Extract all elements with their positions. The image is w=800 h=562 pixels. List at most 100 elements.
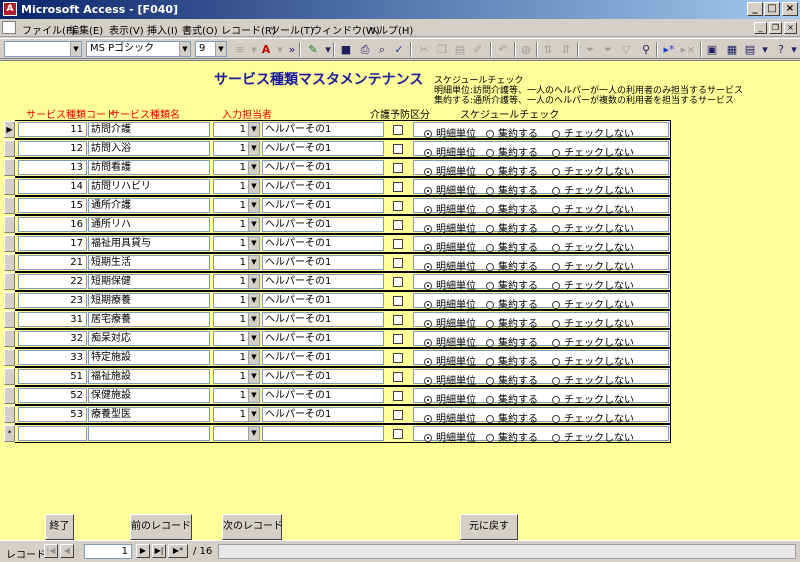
radio-no-check[interactable]: チェックしない <box>552 220 634 235</box>
radio-no-check[interactable]: チェックしない <box>552 410 634 425</box>
access-icon[interactable]: A <box>3 2 17 16</box>
record-selector[interactable] <box>4 273 15 290</box>
service-code-field[interactable]: 12 <box>18 141 87 156</box>
radio-aggregate[interactable]: 集約する <box>486 239 538 254</box>
radio-detail[interactable]: 明細単位 <box>424 429 476 444</box>
close-window-button[interactable]: × <box>782 2 798 16</box>
staff-select[interactable]: 1 ▼ <box>213 312 260 327</box>
font-size-combo[interactable]: 9 ▼ <box>195 41 227 57</box>
radio-no-check[interactable]: チェックしない <box>552 239 634 254</box>
radio-aggregate[interactable]: 集約する <box>486 258 538 273</box>
service-code-field[interactable]: 14 <box>18 179 87 194</box>
radio-no-check[interactable]: チェックしない <box>552 182 634 197</box>
radio-detail[interactable]: 明細単位 <box>424 391 476 406</box>
service-name-field[interactable]: 保健施設 <box>88 388 210 403</box>
find-icon[interactable]: ⚲ <box>638 42 654 57</box>
current-record-input[interactable]: 1 <box>84 544 132 559</box>
radio-no-check[interactable]: チェックしない <box>552 201 634 216</box>
service-code-field[interactable]: 53 <box>18 407 87 422</box>
radio-detail[interactable]: 明細単位 <box>424 410 476 425</box>
service-code-field[interactable]: 15 <box>18 198 87 213</box>
record-selector[interactable] <box>4 178 15 195</box>
format-painter-icon[interactable]: ✐ <box>470 42 486 57</box>
menu-records[interactable]: レコード(R) <box>221 22 276 37</box>
prevention-checkbox[interactable] <box>393 239 403 249</box>
close-button[interactable]: 終了 <box>45 514 74 540</box>
database-window-icon[interactable]: ▦ <box>724 42 740 57</box>
record-selector[interactable] <box>4 311 15 328</box>
radio-detail[interactable]: 明細単位 <box>424 334 476 349</box>
radio-no-check[interactable]: チェックしない <box>552 125 634 140</box>
staff-select[interactable]: 1 ▼ <box>213 369 260 384</box>
paste-icon[interactable]: ▤ <box>452 42 468 57</box>
record-selector[interactable] <box>4 406 15 423</box>
record-selector[interactable] <box>4 197 15 214</box>
service-name-field[interactable]: 通所リハ <box>88 217 210 232</box>
staff-select[interactable]: 1 ▼ <box>213 122 260 137</box>
staff-select[interactable]: 1 ▼ <box>213 217 260 232</box>
service-name-field[interactable]: 福祉用具貸与 <box>88 236 210 251</box>
service-name-field[interactable]: 訪問リハビリ <box>88 179 210 194</box>
radio-aggregate[interactable]: 集約する <box>486 182 538 197</box>
menu-view[interactable]: 表示(V) <box>109 22 144 37</box>
staff-select[interactable]: 1 ▼ <box>213 274 260 289</box>
radio-no-check[interactable]: チェックしない <box>552 429 634 444</box>
record-selector[interactable] <box>4 235 15 252</box>
radio-aggregate[interactable]: 集約する <box>486 315 538 330</box>
horizontal-scrollbar[interactable] <box>218 544 796 559</box>
new-record-nav-icon[interactable]: ▶* <box>168 544 188 558</box>
prevention-checkbox[interactable] <box>393 182 403 192</box>
prevention-checkbox[interactable] <box>393 163 403 173</box>
service-name-field[interactable]: 居宅療養 <box>88 312 210 327</box>
service-name-field[interactable]: 訪問介護 <box>88 122 210 137</box>
radio-aggregate[interactable]: 集約する <box>486 296 538 311</box>
prevention-checkbox[interactable] <box>393 372 403 382</box>
radio-detail[interactable]: 明細単位 <box>424 220 476 235</box>
child-close-button[interactable]: × <box>784 22 797 34</box>
record-selector[interactable] <box>4 387 15 404</box>
first-record-icon[interactable]: |◀ <box>44 544 58 558</box>
record-selector[interactable] <box>4 140 15 157</box>
copy-icon[interactable]: ❐ <box>434 42 450 57</box>
prev-record-button[interactable]: 前のレコード <box>130 514 192 540</box>
object-combo[interactable]: ▼ <box>4 41 82 57</box>
prevention-checkbox[interactable] <box>393 144 403 154</box>
sort-descending-icon[interactable]: ⇵ <box>558 42 574 57</box>
radio-aggregate[interactable]: 集約する <box>486 220 538 235</box>
toolbar-chevron-icon[interactable]: ▾ <box>757 42 773 57</box>
prevention-checkbox[interactable] <box>393 315 403 325</box>
radio-detail[interactable]: 明細単位 <box>424 353 476 368</box>
radio-no-check[interactable]: チェックしない <box>552 296 634 311</box>
radio-aggregate[interactable]: 集約する <box>486 144 538 159</box>
service-code-field[interactable]: 13 <box>18 160 87 175</box>
toolbar-chevron-icon[interactable]: ▾ <box>786 42 800 57</box>
radio-no-check[interactable]: チェックしない <box>552 144 634 159</box>
staff-select[interactable]: 1 ▼ <box>213 198 260 213</box>
filter-by-selection-icon[interactable]: ⏷ <box>582 42 598 57</box>
save-icon[interactable]: ■ <box>338 42 354 57</box>
menu-tools[interactable]: ツール(T) <box>270 22 314 37</box>
child-minimize-button[interactable]: _ <box>754 22 767 34</box>
radio-no-check[interactable]: チェックしない <box>552 277 634 292</box>
radio-aggregate[interactable]: 集約する <box>486 429 538 444</box>
prevention-checkbox[interactable] <box>393 296 403 306</box>
service-code-field[interactable]: 17 <box>18 236 87 251</box>
service-name-field[interactable] <box>88 426 210 441</box>
radio-aggregate[interactable]: 集約する <box>486 163 538 178</box>
menu-edit[interactable]: 編集(E) <box>69 22 103 37</box>
radio-aggregate[interactable]: 集約する <box>486 201 538 216</box>
prevention-checkbox[interactable] <box>393 410 403 420</box>
radio-no-check[interactable]: チェックしない <box>552 315 634 330</box>
child-restore-button[interactable]: ❐ <box>769 22 782 34</box>
service-code-field[interactable]: 23 <box>18 293 87 308</box>
service-code-field[interactable]: 22 <box>18 274 87 289</box>
radio-detail[interactable]: 明細単位 <box>424 258 476 273</box>
service-name-field[interactable]: 訪問入浴 <box>88 141 210 156</box>
radio-aggregate[interactable]: 集約する <box>486 410 538 425</box>
service-name-field[interactable]: 短期療養 <box>88 293 210 308</box>
radio-aggregate[interactable]: 集約する <box>486 125 538 140</box>
print-preview-icon[interactable]: ⌕ <box>374 42 390 57</box>
service-name-field[interactable]: 福祉施設 <box>88 369 210 384</box>
new-object-icon[interactable]: ▤ <box>742 42 758 57</box>
record-selector[interactable]: ▶ <box>4 121 15 138</box>
